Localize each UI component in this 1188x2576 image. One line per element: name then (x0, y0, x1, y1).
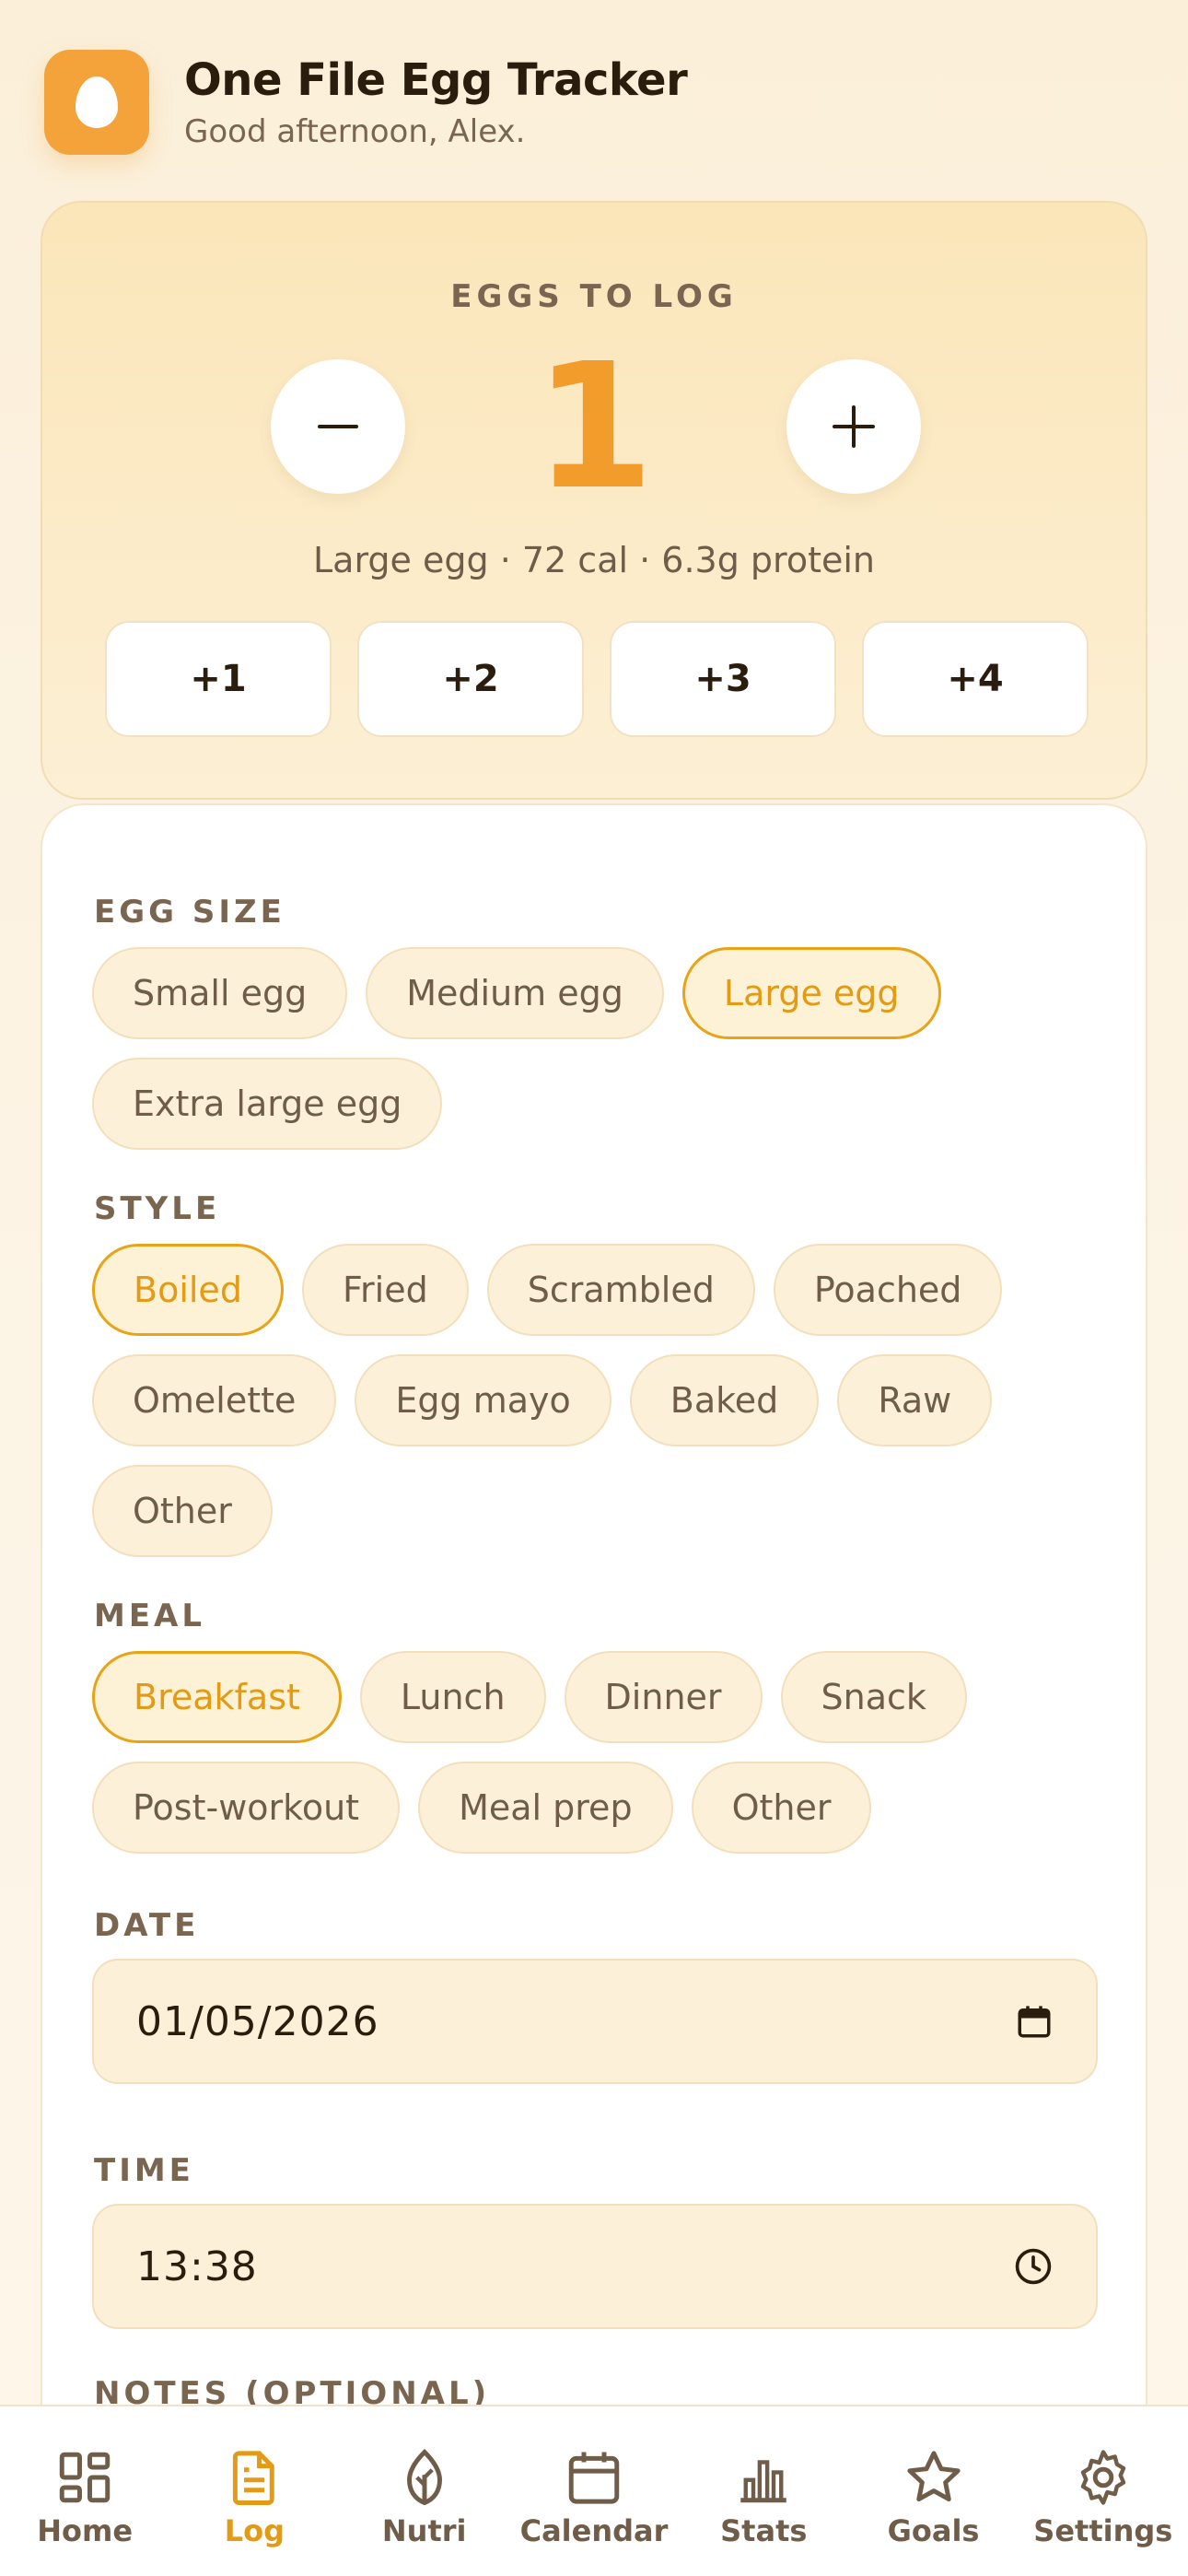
chip-lunch[interactable]: Lunch (359, 1651, 546, 1743)
style-label: STYLE (94, 1190, 221, 1227)
counter-label: EGGS TO LOG (450, 278, 738, 315)
date-field[interactable]: 01/05/2026 (92, 1959, 1098, 2084)
leaf-icon (406, 2448, 442, 2506)
meal-label: MEAL (94, 1598, 206, 1634)
style-options: Boiled Fried Scrambled Poached Omelette … (92, 1244, 1105, 1557)
date-value: 01/05/2026 (136, 1997, 379, 2045)
chip-scrambled[interactable]: Scrambled (486, 1244, 755, 1336)
document-icon (233, 2451, 275, 2505)
nav-log[interactable]: Log (176, 2447, 332, 2576)
nav-goals[interactable]: Goals (856, 2447, 1012, 2576)
greeting: Good afternoon, Alex. (184, 113, 526, 150)
chip-large-egg[interactable]: Large egg (681, 947, 941, 1039)
chip-meal-prep[interactable]: Meal prep (418, 1762, 673, 1854)
calendar-icon (568, 2452, 620, 2504)
time-field[interactable]: 13:38 (92, 2204, 1098, 2329)
egg-count: 1 (533, 326, 655, 528)
date-label: DATE (94, 1907, 200, 1944)
nav-log-label: Log (224, 2513, 285, 2548)
nav-settings-label: Settings (1033, 2513, 1173, 2548)
quick-add-1-button[interactable]: +1 (105, 621, 332, 737)
egg-size-label: EGG SIZE (94, 894, 285, 931)
calendar-icon[interactable] (1015, 2002, 1054, 2041)
increment-button[interactable] (786, 359, 921, 494)
nav-settings[interactable]: Settings (1025, 2447, 1182, 2576)
nav-stats-label: Stats (720, 2513, 808, 2548)
nav-calendar[interactable]: Calendar (516, 2447, 672, 2576)
bottom-nav: Home Log Nutri Calendar Stats Goals Sett… (0, 2405, 1188, 2576)
bar-chart-icon (740, 2460, 787, 2503)
egg-icon (44, 50, 149, 155)
quick-add-2-button[interactable]: +2 (357, 621, 584, 737)
plus-icon (833, 405, 875, 448)
chip-snack[interactable]: Snack (780, 1651, 967, 1743)
chip-meal-other[interactable]: Other (691, 1762, 872, 1854)
chip-baked[interactable]: Baked (629, 1354, 820, 1446)
chip-small-egg[interactable]: Small egg (92, 947, 348, 1039)
clock-icon[interactable] (1013, 2246, 1054, 2287)
chip-egg-mayo[interactable]: Egg mayo (355, 1354, 611, 1446)
nav-nutri[interactable]: Nutri (346, 2447, 503, 2576)
chip-post-workout[interactable]: Post-workout (92, 1762, 401, 1854)
nav-home-label: Home (37, 2513, 134, 2548)
nav-nutri-label: Nutri (381, 2513, 467, 2548)
chip-dinner[interactable]: Dinner (564, 1651, 763, 1743)
chip-style-other[interactable]: Other (92, 1465, 273, 1557)
meal-options: Breakfast Lunch Dinner Snack Post-workou… (92, 1651, 1105, 1854)
quick-add-row: +1 +2 +3 +4 (105, 621, 1089, 737)
egg-counter-card: EGGS TO LOG 1 Large egg · 72 cal · 6.3g … (41, 201, 1147, 800)
chip-fried[interactable]: Fried (301, 1244, 469, 1336)
chip-boiled[interactable]: Boiled (92, 1244, 284, 1336)
egg-nutrition-info: Large egg · 72 cal · 6.3g protein (313, 540, 875, 580)
egg-size-options: Small egg Medium egg Large egg Extra lar… (92, 947, 1105, 1150)
app-header: One File Egg Tracker Good afternoon, Ale… (44, 50, 688, 155)
nav-calendar-label: Calendar (519, 2513, 669, 2548)
chip-omelette[interactable]: Omelette (92, 1354, 337, 1446)
star-icon (906, 2451, 961, 2502)
nav-goals-label: Goals (887, 2513, 980, 2548)
chip-poached[interactable]: Poached (773, 1244, 1003, 1336)
grid-icon (59, 2452, 111, 2503)
nav-home[interactable]: Home (6, 2447, 163, 2576)
chip-raw[interactable]: Raw (837, 1354, 993, 1446)
gear-icon (1080, 2450, 1126, 2505)
chip-medium-egg[interactable]: Medium egg (366, 947, 664, 1039)
quick-add-4-button[interactable]: +4 (862, 621, 1089, 737)
time-label: TIME (94, 2152, 194, 2189)
log-form-card: EGG SIZE Small egg Medium egg Large egg … (41, 803, 1147, 2554)
quick-add-3-button[interactable]: +3 (610, 621, 836, 737)
chip-breakfast[interactable]: Breakfast (92, 1651, 342, 1743)
chip-extra-large-egg[interactable]: Extra large egg (92, 1058, 443, 1150)
nav-stats[interactable]: Stats (685, 2447, 842, 2576)
app-title: One File Egg Tracker (184, 54, 688, 106)
time-value: 13:38 (136, 2242, 258, 2290)
